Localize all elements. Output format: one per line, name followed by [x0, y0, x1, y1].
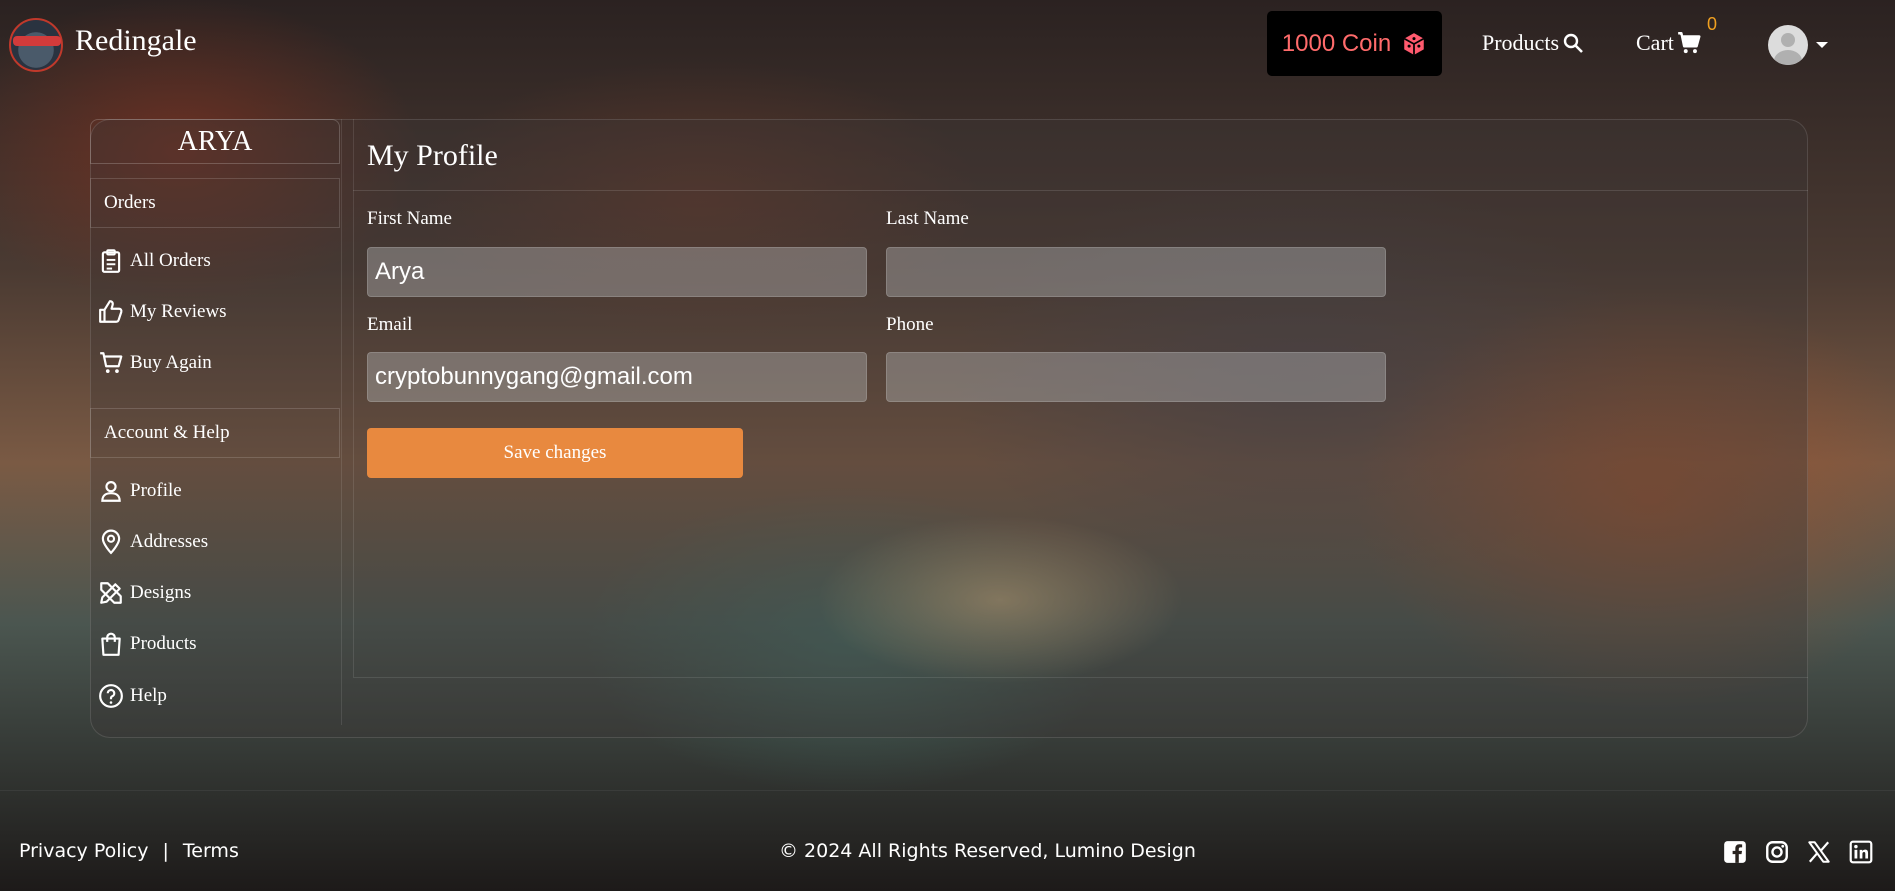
sidebar-item-label: Designs: [130, 582, 192, 603]
sidebar-section-account-help: Account & Help: [90, 408, 340, 458]
person-icon: [101, 481, 121, 502]
help-circle-icon: [99, 684, 123, 708]
footer-separator: |: [162, 840, 169, 862]
sidebar-item-label: My Reviews: [130, 301, 227, 322]
user-menu-toggle[interactable]: [1768, 25, 1828, 65]
sidebar-section-orders: Orders: [90, 178, 340, 228]
coin-balance-label: 1000 Coin: [1281, 29, 1392, 57]
cube-icon: [1404, 32, 1425, 55]
last-name-field[interactable]: [886, 247, 1386, 297]
page-title: My Profile: [367, 139, 498, 172]
brand-name[interactable]: Redingale: [75, 24, 197, 58]
sidebar-item-addresses[interactable]: Addresses: [98, 529, 208, 555]
nav-cart-link[interactable]: Cart: [1636, 30, 1702, 56]
cart-icon: [100, 352, 123, 373]
first-name-field[interactable]: Arya: [367, 247, 867, 297]
footer-links: Privacy Policy | Terms: [19, 840, 239, 862]
nav-products-label: Products: [1482, 30, 1559, 55]
save-changes-button[interactable]: Save changes: [367, 428, 743, 478]
footer-divider: [0, 790, 1895, 791]
nav-cart-label: Cart: [1636, 30, 1674, 55]
sidebar-item-help[interactable]: Help: [98, 683, 167, 709]
instagram-icon[interactable]: [1764, 839, 1790, 865]
social-links: [1722, 839, 1874, 865]
sidebar-user-name: ARYA: [90, 119, 340, 164]
clipboard-icon: [101, 249, 121, 273]
top-navbar: Redingale 1000 Coin Products Cart 0: [0, 0, 1895, 88]
sidebar-item-profile[interactable]: Profile: [98, 478, 182, 504]
email-field[interactable]: cryptobunnygang@gmail.com: [367, 352, 867, 402]
x-twitter-icon[interactable]: [1806, 839, 1832, 865]
sidebar-item-buy-again[interactable]: Buy Again: [98, 350, 212, 376]
avatar: [1768, 25, 1808, 65]
email-label: Email: [367, 314, 413, 335]
nav-products-link[interactable]: Products: [1482, 30, 1585, 56]
search-icon: [1563, 33, 1583, 53]
sidebar-item-label: Addresses: [130, 531, 209, 552]
phone-label: Phone: [886, 314, 934, 335]
thumbs-up-icon: [99, 300, 123, 323]
sidebar-item-all-orders[interactable]: All Orders: [98, 248, 211, 274]
first-name-label: First Name: [367, 208, 452, 229]
sidebar-item-label: Products: [130, 633, 197, 654]
cart-icon: [1678, 32, 1701, 54]
shopping-bag-icon: [101, 632, 121, 656]
copyright-text: © 2024 All Rights Reserved, Lumino Desig…: [779, 840, 1196, 862]
terms-link[interactable]: Terms: [183, 840, 239, 862]
last-name-label: Last Name: [886, 208, 969, 229]
chevron-down-icon: [1816, 42, 1828, 48]
privacy-policy-link[interactable]: Privacy Policy: [19, 840, 148, 862]
design-tools-icon: [100, 582, 122, 604]
facebook-icon[interactable]: [1722, 839, 1748, 865]
sidebar-item-label: Buy Again: [130, 352, 212, 373]
map-pin-icon: [101, 529, 121, 555]
account-sidebar: ARYA Orders All Orders My Reviews Buy Ag…: [90, 119, 342, 725]
coin-balance-button[interactable]: 1000 Coin: [1267, 11, 1442, 76]
sidebar-item-label: All Orders: [130, 250, 211, 271]
divider: [353, 190, 1808, 191]
sidebar-item-my-reviews[interactable]: My Reviews: [98, 299, 227, 325]
sidebar-item-products[interactable]: Products: [98, 631, 197, 657]
linkedin-icon[interactable]: [1848, 839, 1874, 865]
cart-count-badge: 0: [1707, 14, 1718, 34]
sidebar-item-label: Profile: [130, 480, 182, 501]
sidebar-item-designs[interactable]: Designs: [98, 580, 191, 606]
phone-field[interactable]: [886, 352, 1386, 402]
sidebar-item-label: Help: [130, 685, 167, 706]
brand-logo[interactable]: [9, 18, 63, 72]
